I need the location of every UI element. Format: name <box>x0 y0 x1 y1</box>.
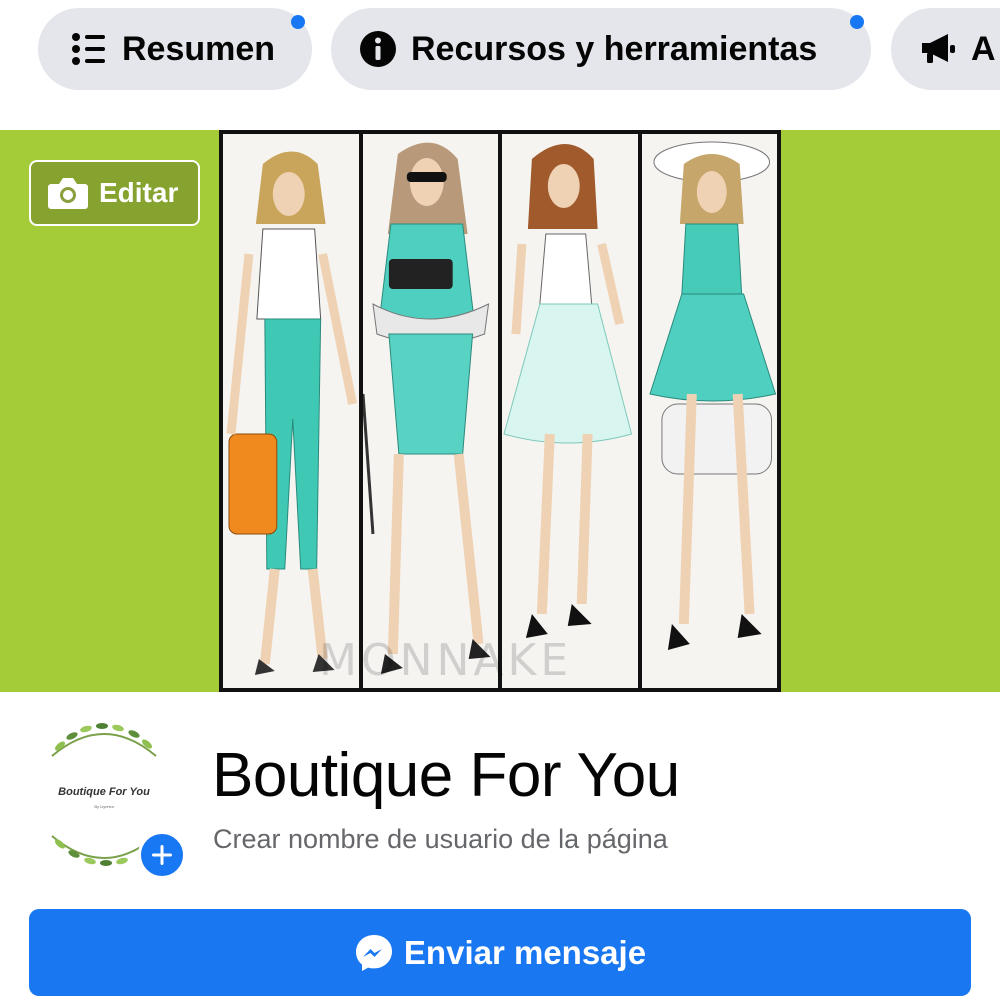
add-profile-photo-button[interactable] <box>138 831 186 879</box>
tab-resumen[interactable]: Resumen <box>38 8 312 90</box>
leaf-wreath-top <box>51 723 157 757</box>
tab-bar: Resumen Recursos y herramientas A <box>0 0 1000 130</box>
tab-label: Resumen <box>122 29 276 68</box>
edit-cover-label: Editar <box>99 177 179 208</box>
plus-icon <box>152 845 172 865</box>
tab-label: Recursos y herramientas <box>411 29 818 68</box>
messenger-icon <box>354 933 394 973</box>
send-message-label: Enviar mensaje <box>403 933 647 971</box>
fashion-figure-4 <box>641 134 777 688</box>
notification-dot <box>291 15 305 29</box>
avatar-subtitle: By Liyrerra <box>94 804 114 809</box>
tab-label: A <box>971 29 996 68</box>
cover-illustration: MONNAKE <box>219 130 781 692</box>
notification-dot <box>850 15 864 29</box>
fashion-figure-2 <box>362 134 498 688</box>
tab-anuncios[interactable]: A <box>891 8 1000 90</box>
tab-recursos-y-herramientas[interactable]: Recursos y herramientas <box>331 8 871 90</box>
avatar-brand-text: Boutique For You <box>58 786 150 798</box>
create-username-link[interactable]: Crear nombre de usuario de la página <box>213 824 668 855</box>
fashion-figure-1 <box>223 134 359 688</box>
list-icon <box>70 30 108 68</box>
camera-icon <box>47 176 89 210</box>
page-title: Boutique For You <box>212 741 680 810</box>
send-message-button[interactable]: Enviar mensaje <box>29 909 971 996</box>
megaphone-icon <box>919 30 957 68</box>
cover-photo[interactable]: MONNAKE Editar <box>0 130 1000 692</box>
fashion-figure-3 <box>502 134 638 688</box>
watermark-text: MONNAKE <box>319 635 573 686</box>
edit-cover-button[interactable]: Editar <box>29 160 200 226</box>
info-icon <box>359 30 397 68</box>
